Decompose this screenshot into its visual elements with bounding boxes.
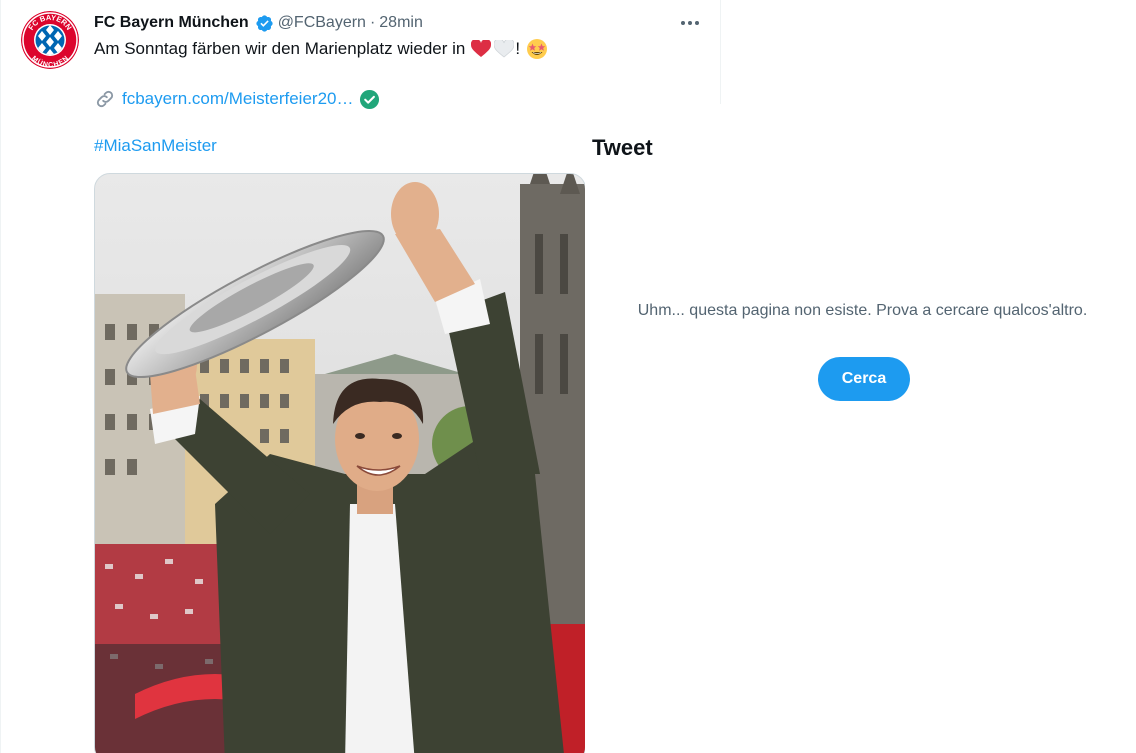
display-name[interactable]: FC Bayern München [94, 14, 249, 32]
tweet-link[interactable]: fcbayern.com/Meisterfeier20… [122, 89, 353, 109]
star-struck-icon [526, 38, 548, 60]
timestamp[interactable]: 28min [379, 14, 423, 32]
link-icon [94, 88, 116, 110]
panel-title: Tweet [592, 135, 653, 160]
error-panel: Tweet Uhm... questa pagina non esiste. P… [585, 104, 1136, 753]
verified-check-icon [359, 89, 380, 110]
more-options-button[interactable] [673, 10, 707, 36]
separator-dot: · [369, 14, 376, 31]
tweet-text-body: Am Sonntag färben wir den Marienplatz wi… [94, 39, 466, 58]
link-preview[interactable]: fcbayern.com/Meisterfeier20… [94, 87, 380, 111]
red-heart-icon [470, 38, 492, 60]
avatar[interactable]: FC BAYERN MÜNCHEN [21, 11, 79, 69]
tweet-media-image[interactable] [94, 173, 586, 753]
user-handle[interactable]: @FCBayern [278, 14, 366, 32]
white-heart-icon [493, 38, 515, 60]
celebration-photo [95, 174, 585, 753]
hashtag-link[interactable]: #MiaSanMeister [94, 136, 217, 156]
more-dots-icon [681, 21, 699, 25]
tweet-text-suffix: ! [515, 39, 521, 58]
tweet-header: FC Bayern München @FCBayern · 28min [94, 12, 423, 34]
verified-badge-icon [255, 14, 274, 33]
tweet-text: Am Sonntag färben wir den Marienplatz wi… [94, 38, 548, 60]
search-button[interactable]: Cerca [818, 357, 910, 401]
fc-bayern-logo-icon: FC BAYERN MÜNCHEN [21, 11, 79, 69]
error-message: Uhm... questa pagina non esiste. Prova a… [637, 302, 1088, 319]
